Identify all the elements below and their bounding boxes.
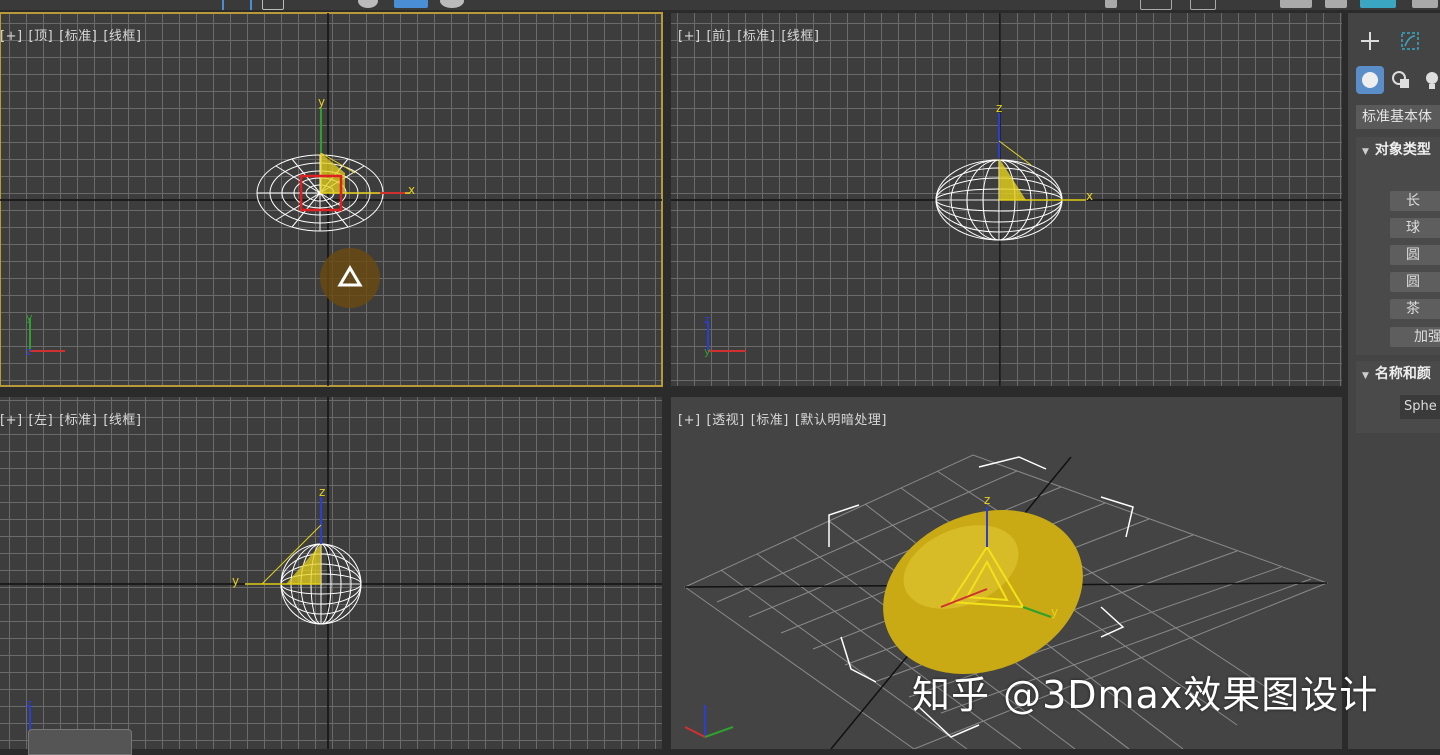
layer-icon[interactable] <box>1140 0 1172 10</box>
viewport-left[interactable]: [+] [左] [标准] [线框] z y z <box>0 397 662 749</box>
command-panel: 标准基本体 ▼ 对象类型 长 球 圆 圆 茶 加强 ▼ 名称和颜 Sphe <box>1348 13 1440 749</box>
render-icon[interactable] <box>1360 0 1396 8</box>
curve-editor-icon[interactable] <box>1190 0 1216 10</box>
cursor-highlight <box>320 248 380 308</box>
axis-label-y: y <box>318 95 326 109</box>
sphere-icon <box>1362 72 1378 88</box>
rollout-title-object-type: 对象类型 <box>1374 142 1431 158</box>
axis-label-z: z <box>996 101 1003 115</box>
main-toolbar <box>0 0 1440 10</box>
object-btn-sphere[interactable]: 球 <box>1390 218 1440 238</box>
object-btn-torus[interactable]: 圆 <box>1390 272 1440 292</box>
corner-axis-z: z <box>26 697 32 710</box>
object-name-field[interactable]: Sphe <box>1400 395 1440 419</box>
mirror-icon[interactable] <box>440 0 464 8</box>
axis-label-y: y <box>1051 605 1059 619</box>
snap-icon[interactable] <box>358 0 378 8</box>
corner-axis-z: z <box>704 313 710 326</box>
corner-axis-y: y <box>704 345 711 358</box>
viewport-label-perspective[interactable]: [+] [透视] [标准] [默认明暗处理] <box>678 409 893 428</box>
left-viewport-scene <box>0 397 662 749</box>
axis-label-z: z <box>319 485 326 499</box>
light-icon <box>1426 72 1438 89</box>
axis-label-x: x <box>408 183 416 197</box>
render-frame-icon[interactable] <box>1325 0 1347 8</box>
viewport-label-left[interactable]: [+] [左] [标准] [线框] <box>0 409 148 428</box>
render-setup-icon[interactable] <box>1280 0 1312 8</box>
plus-icon <box>1361 32 1379 50</box>
rollout-header-name-color[interactable]: ▼ 名称和颜 <box>1356 361 1440 387</box>
front-viewport-scene <box>671 13 1342 386</box>
modify-icon <box>1401 32 1419 50</box>
select-region-icon[interactable] <box>222 0 252 10</box>
shapes-tab[interactable] <box>1388 66 1416 94</box>
render-extra-icon[interactable] <box>1412 0 1438 8</box>
object-btn-box[interactable]: 长 <box>1390 191 1440 211</box>
viewport-label-top[interactable]: [+] [顶] [标准] [线框] <box>0 25 148 44</box>
watermark-text: 知乎 @3Dmax效果图设计 <box>912 673 1379 717</box>
modify-tab[interactable] <box>1396 27 1424 55</box>
viewport-top[interactable]: [+] [顶] [标准] [线框] y x y z <box>0 12 663 387</box>
lights-tab[interactable] <box>1418 66 1440 94</box>
rollout-title-name-color: 名称和颜 <box>1374 366 1431 382</box>
axis-label-y: y <box>232 574 240 588</box>
object-btn-teapot[interactable]: 茶 <box>1390 299 1440 319</box>
object-btn-cylinder[interactable]: 圆 <box>1390 245 1440 265</box>
create-tab[interactable] <box>1356 27 1384 55</box>
primitive-type-dropdown[interactable]: 标准基本体 <box>1356 105 1440 129</box>
corner-axis-y: y <box>26 311 33 324</box>
axis-label-x: x <box>1086 189 1094 203</box>
top-viewport-scene <box>0 13 662 386</box>
bottom-tab[interactable] <box>28 729 132 755</box>
axis-label-z: z <box>984 493 991 507</box>
geometry-tab[interactable] <box>1356 66 1384 94</box>
align-icon[interactable] <box>1105 0 1117 8</box>
shapes-icon <box>1392 71 1409 88</box>
object-btn-enhanced[interactable]: 加强 <box>1390 327 1440 347</box>
corner-axis-z: z <box>26 345 32 358</box>
viewport-front[interactable]: [+] [前] [标准] [线框] z x z y <box>671 13 1342 386</box>
viewport-label-front[interactable]: [+] [前] [标准] [线框] <box>678 25 826 44</box>
rollout-header-object-type[interactable]: ▼ 对象类型 <box>1356 137 1440 163</box>
named-selection-icon[interactable] <box>394 0 428 8</box>
window-crossing-icon[interactable] <box>262 0 284 10</box>
